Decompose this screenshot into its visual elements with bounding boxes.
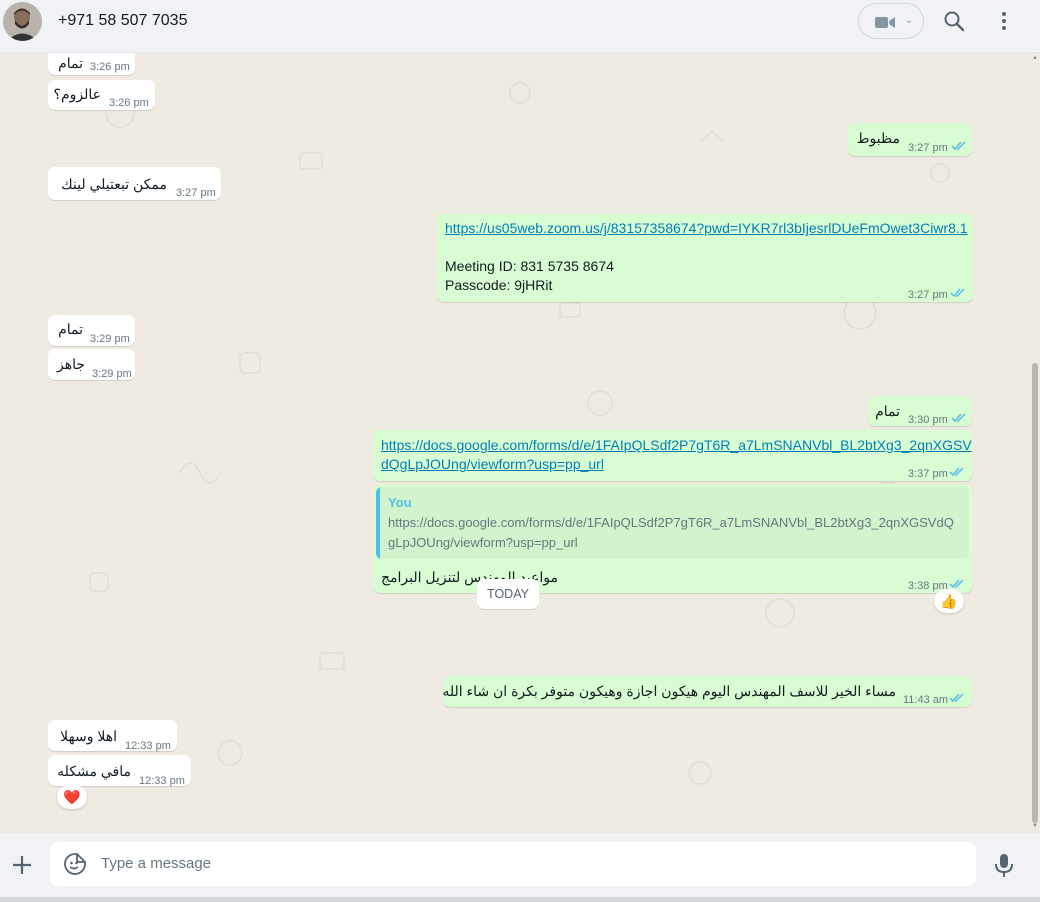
message-text: ممكن تبعتيلي لينك: [61, 176, 167, 192]
message-outgoing-reply[interactable]: You https://docs.google.com/forms/d/e/1F…: [373, 484, 972, 593]
menu-icon: [1002, 12, 1006, 30]
message-time: 3:26 pm: [109, 97, 149, 109]
quoted-message[interactable]: You https://docs.google.com/forms/d/e/1F…: [376, 487, 969, 559]
attach-button[interactable]: [10, 853, 34, 882]
message-link[interactable]: https://docs.google.com/forms/d/e/1FAIpQ…: [381, 436, 972, 455]
reaction-heart[interactable]: ❤️: [57, 785, 87, 809]
message-placeholder: Type a message: [101, 855, 212, 872]
message-incoming[interactable]: مافي مشكله 12:33 pm: [48, 755, 191, 787]
message-text: مساء الخير للاسف المهندس اليوم هيكون اجا…: [442, 683, 896, 699]
reaction-thumbs-up[interactable]: 👍: [934, 589, 964, 613]
sticker-button[interactable]: [64, 853, 86, 880]
message-incoming[interactable]: اهلا وسهلا 12:33 pm: [48, 720, 177, 752]
composer-bar: Type a message: [0, 833, 1040, 902]
message-incoming[interactable]: جاهز 3:29 pm: [48, 349, 135, 380]
message-time: 11:43 am: [903, 694, 949, 706]
message-incoming[interactable]: تمام 3:26 pm: [48, 53, 135, 75]
chat-header: +971 58 507 7035 ⌄: [0, 0, 1040, 53]
plus-icon: [13, 856, 31, 874]
message-text: مظبوط: [856, 130, 900, 146]
contact-name[interactable]: +971 58 507 7035: [58, 12, 187, 30]
message-outgoing[interactable]: تمام 3:30 pm: [868, 396, 972, 426]
message-time: 3:30 pm: [908, 414, 948, 426]
message-input[interactable]: Type a message: [50, 842, 976, 886]
chevron-down-icon: ⌄: [905, 15, 914, 26]
message-text: اهلا وسهلا: [60, 728, 117, 744]
read-ticks-icon: [949, 579, 964, 589]
message-time: 3:29 pm: [90, 333, 130, 345]
message-time: 12:33 pm: [139, 775, 185, 787]
message-time: 3:29 pm: [92, 368, 132, 380]
message-time: 3:27 pm: [176, 187, 216, 199]
message-outgoing[interactable]: https://docs.google.com/forms/d/e/1FAIpQ…: [373, 430, 972, 481]
message-time: 3:37 pm: [908, 468, 948, 480]
date-divider: TODAY: [477, 579, 539, 609]
scroll-up-icon[interactable]: ▲: [1032, 55, 1038, 61]
message-link-continued[interactable]: dQgLpJOUng/viewform?usp=pp_url: [381, 455, 604, 474]
quote-bar: [376, 487, 380, 559]
message-list[interactable]: تمام 3:26 pm عالزوم؟ 3:26 pm مظبوط 3:27 …: [0, 53, 1040, 833]
video-call-button[interactable]: ⌄: [858, 3, 924, 39]
message-time: 12:33 pm: [125, 740, 171, 752]
read-ticks-icon: [950, 288, 965, 298]
bottom-edge: [0, 897, 1040, 902]
quote-author: You: [388, 495, 412, 510]
message-outgoing[interactable]: مظبوط 3:27 pm: [848, 123, 972, 156]
avatar[interactable]: [3, 2, 42, 41]
quote-text: https://docs.google.com/forms/d/e/1FAIpQ…: [388, 515, 954, 550]
video-call-icon: [875, 16, 895, 34]
voice-message-button[interactable]: [992, 852, 1016, 883]
message-text: عالزوم؟: [53, 86, 101, 102]
read-ticks-icon: [951, 141, 966, 151]
message-text: تمام: [58, 321, 83, 337]
search-icon: [944, 11, 965, 32]
message-incoming[interactable]: تمام 3:29 pm: [48, 315, 135, 346]
message-link[interactable]: https://us05web.zoom.us/j/83157358674?pw…: [445, 219, 968, 238]
message-incoming[interactable]: عالزوم؟ 3:26 pm: [48, 80, 155, 110]
read-ticks-icon: [949, 467, 964, 477]
menu-button[interactable]: [992, 10, 1016, 34]
message-text: تمام: [875, 403, 900, 419]
message-incoming[interactable]: ممكن تبعتيلي لينك 3:27 pm: [48, 167, 221, 200]
scroll-thumb[interactable]: [1032, 363, 1038, 823]
message-text: تمام: [58, 55, 83, 71]
message-time: 3:27 pm: [908, 142, 948, 154]
message-outgoing[interactable]: https://us05web.zoom.us/j/83157358674?pw…: [437, 214, 973, 302]
search-button[interactable]: [943, 10, 967, 34]
chat-scrollbar[interactable]: ▲ ▼: [1030, 53, 1040, 833]
message-outgoing[interactable]: مساء الخير للاسف المهندس اليوم هيكون اجا…: [442, 676, 972, 707]
message-text: مافي مشكله: [57, 763, 131, 779]
read-ticks-icon: [949, 693, 964, 703]
mic-icon: [995, 854, 1013, 877]
passcode-text: Passcode: 9jHRit: [445, 277, 553, 293]
message-time: 3:26 pm: [90, 61, 130, 73]
message-text: جاهز: [56, 356, 85, 372]
sticker-icon: [64, 853, 86, 875]
message-time: 3:27 pm: [908, 289, 948, 301]
read-ticks-icon: [951, 413, 966, 423]
meeting-id-text: Meeting ID: 831 5735 8674: [445, 258, 614, 274]
scroll-down-icon[interactable]: ▼: [1032, 823, 1038, 829]
